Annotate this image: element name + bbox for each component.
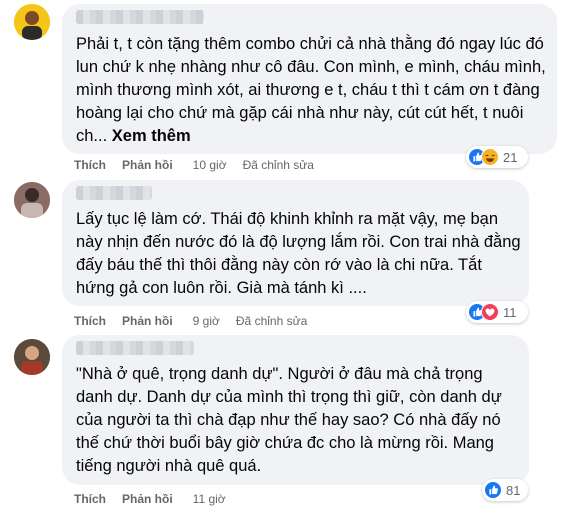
comment-body: "Nhà ở quê, trọng danh dự". Người ở đâu … [76, 365, 502, 475]
author-name-redacted[interactable] [76, 341, 194, 355]
like-button[interactable]: Thích [74, 158, 106, 172]
avatar-image [14, 339, 50, 375]
comment-bubble: "Nhà ở quê, trọng danh dự". Người ở đâu … [62, 335, 529, 485]
timestamp[interactable]: 9 giờ [193, 314, 220, 328]
haha-icon [481, 148, 499, 166]
reaction-summary[interactable]: 11 [466, 301, 528, 323]
comment-text: "Nhà ở quê, trọng danh dự". Người ở đâu … [76, 363, 521, 478]
comment-1: Phải t, t còn tặng thêm combo chửi cả nh… [0, 0, 580, 178]
reply-button[interactable]: Phản hồi [122, 314, 173, 328]
avatar-image [14, 4, 50, 40]
comment-actions: Thích Phản hồi 9 giờ Đã chỉnh sửa [74, 314, 307, 328]
avatar[interactable] [14, 4, 50, 40]
timestamp[interactable]: 10 giờ [193, 158, 227, 172]
comment-text: Phải t, t còn tặng thêm combo chửi cả nh… [76, 33, 546, 148]
timestamp[interactable]: 11 giờ [193, 492, 226, 506]
comment-bubble: Lấy tục lệ làm cớ. Thái độ khinh khỉnh r… [62, 180, 529, 306]
reaction-count: 11 [503, 304, 517, 320]
reply-button[interactable]: Phản hồi [122, 158, 173, 172]
reaction-count: 81 [506, 482, 521, 498]
avatar-image [14, 182, 50, 218]
edited-label[interactable]: Đã chỉnh sửa [243, 158, 314, 172]
comment-3: "Nhà ở quê, trọng danh dự". Người ở đâu … [0, 333, 580, 518]
like-button[interactable]: Thích [74, 314, 106, 328]
comment-actions: Thích Phản hồi 10 giờ Đã chỉnh sửa [74, 158, 314, 172]
edited-label[interactable]: Đã chỉnh sửa [236, 314, 307, 328]
see-more-link[interactable]: Xem thêm [112, 127, 191, 145]
like-button[interactable]: Thích [74, 492, 106, 506]
author-name-redacted[interactable] [76, 186, 152, 200]
reply-button[interactable]: Phản hồi [122, 492, 173, 506]
reaction-summary[interactable]: 21 [466, 146, 528, 168]
author-name-redacted[interactable] [76, 10, 204, 24]
reaction-count: 21 [503, 149, 518, 165]
love-icon [481, 303, 499, 321]
like-icon [484, 481, 502, 499]
avatar[interactable] [14, 182, 50, 218]
comment-body: Lấy tục lệ làm cớ. Thái độ khinh khỉnh r… [76, 210, 521, 297]
reaction-summary[interactable]: 81 [482, 479, 528, 501]
avatar[interactable] [14, 339, 50, 375]
comment-actions: Thích Phản hồi 11 giờ [74, 492, 226, 506]
comment-bubble: Phải t, t còn tặng thêm combo chửi cả nh… [62, 4, 557, 154]
comment-2: Lấy tục lệ làm cớ. Thái độ khinh khỉnh r… [0, 178, 580, 333]
comment-text: Lấy tục lệ làm cớ. Thái độ khinh khỉnh r… [76, 208, 524, 300]
